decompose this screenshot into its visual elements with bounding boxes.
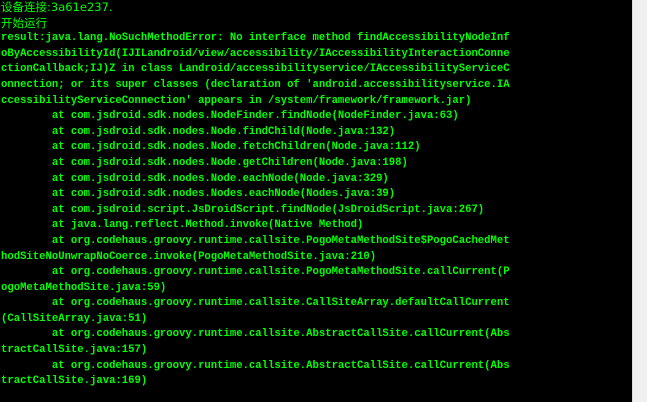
stack-trace-line: at org.codehaus.groovy.runtime.callsite.… xyxy=(1,328,510,341)
stack-trace-line: tractCallSite.java:169) xyxy=(1,375,148,388)
console-window[interactable]: 设备连接:3a61e237. 开始运行 result:java.lang.NoS… xyxy=(0,0,632,402)
stack-trace-line: at com.jsdroid.script.JsDroidScript.find… xyxy=(1,203,485,216)
stack-trace-line: at com.jsdroid.sdk.nodes.NodeFinder.find… xyxy=(1,110,459,123)
error-result-line: result:java.lang.NoSuchMethodError: No i… xyxy=(1,32,510,45)
device-connection-line: 设备连接:3a61e237. xyxy=(1,0,113,14)
stack-trace-line: at org.codehaus.groovy.runtime.callsite.… xyxy=(1,234,510,247)
vertical-scrollbar[interactable] xyxy=(632,0,647,402)
scrollbar-thumb[interactable] xyxy=(634,0,646,402)
stack-trace-line: at org.codehaus.groovy.runtime.callsite.… xyxy=(1,359,510,372)
start-running-line: 开始运行 xyxy=(1,15,47,30)
stack-trace-line: tractCallSite.java:157) xyxy=(1,344,148,357)
stack-trace-line: at org.codehaus.groovy.runtime.callsite.… xyxy=(1,266,510,279)
stack-trace-line: ogoMetaMethodSite.java:59) xyxy=(1,281,167,294)
stack-trace-line: at org.codehaus.groovy.runtime.callsite.… xyxy=(1,297,510,310)
error-message-line: onnection; or its super classes (declara… xyxy=(1,78,510,91)
stack-trace-line: at com.jsdroid.sdk.nodes.Node.eachNode(N… xyxy=(1,172,389,185)
stack-trace-line: (CallSiteArray.java:51) xyxy=(1,312,148,325)
stack-trace-line: hodSiteNoUnwrapNoCoerce.invoke(PogoMetaM… xyxy=(1,250,377,263)
error-message-line: ctionCallback;IJ)Z in class Landroid/acc… xyxy=(1,63,510,76)
stack-trace-line: at java.lang.reflect.Method.invoke(Nativ… xyxy=(1,219,364,232)
stack-trace-line: at com.jsdroid.sdk.nodes.Node.findChild(… xyxy=(1,125,396,138)
error-message-line: oByAccessibilityId(IJILandroid/view/acce… xyxy=(1,47,510,60)
stack-trace-line: at com.jsdroid.sdk.nodes.Node.getChildre… xyxy=(1,156,408,169)
stack-trace-line: at com.jsdroid.sdk.nodes.Nodes.eachNode(… xyxy=(1,188,396,201)
stack-trace-line: at com.jsdroid.sdk.nodes.Node.fetchChild… xyxy=(1,141,421,154)
error-message-line: ccessibilityServiceConnection' appears i… xyxy=(1,94,472,107)
